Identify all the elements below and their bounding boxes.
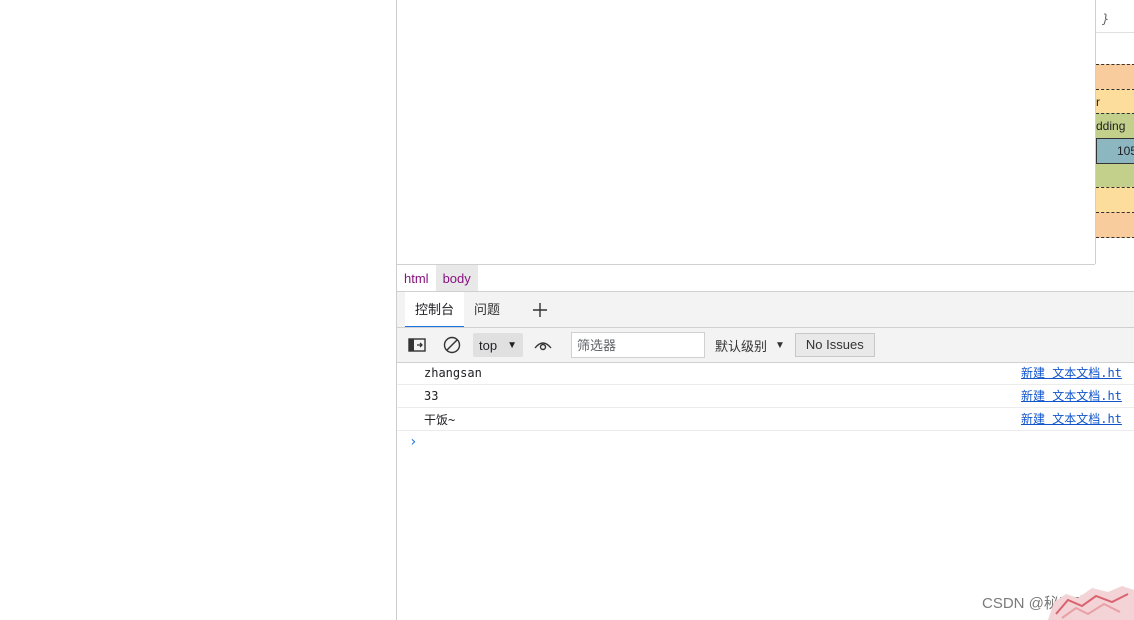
issues-button[interactable]: No Issues [794, 333, 875, 357]
message-source-link[interactable]: 新建 文本文档.ht [1021, 385, 1122, 407]
box-model-padding-bottom [1096, 164, 1134, 187]
console-toolbar: top ▼ 默认级别 ▼ No Issues [397, 327, 1134, 363]
box-model-padding-label: dding [1096, 119, 1126, 133]
console-message: 33 新建 文本文档.ht [397, 385, 1134, 408]
box-model-padding: dding [1096, 113, 1134, 138]
message-text: 干饭~ [424, 412, 456, 427]
filter-input[interactable] [570, 332, 705, 358]
closing-brace: } [1102, 12, 1110, 26]
message-source-link[interactable]: 新建 文本文档.ht [1021, 408, 1122, 430]
log-levels-dropdown[interactable]: 默认级别 ▼ [715, 336, 785, 355]
watermark-seal-image [1048, 584, 1134, 620]
live-expression-icon[interactable] [523, 339, 563, 351]
tab-spacer [397, 292, 405, 328]
box-model-border: r [1096, 89, 1134, 114]
breadcrumb-html[interactable]: html [397, 265, 436, 292]
box-model-border-label: r [1096, 95, 1100, 109]
prompt-chevron-icon: › [409, 434, 418, 450]
sidebar-toggle-icon[interactable] [397, 338, 437, 352]
clear-console-icon[interactable] [437, 336, 467, 354]
context-selector[interactable]: top ▼ [473, 333, 523, 357]
sidebar-divider [1096, 32, 1134, 33]
chevron-down-icon: ▼ [775, 339, 785, 351]
elements-tree[interactable] [397, 0, 1096, 264]
page-viewport [0, 0, 396, 620]
breadcrumb-body[interactable]: body [435, 265, 478, 292]
console-messages: zhangsan 新建 文本文档.ht 33 新建 文本文档.ht 干饭~ 新建… [397, 362, 1134, 453]
drawer-tab-bar: 控制台 问题 [397, 291, 1134, 328]
styles-sidebar: } r dding 105 [1096, 0, 1134, 290]
devtools-panel: } r dding 105 html body 控制台 问题 top ▼ [396, 0, 1134, 620]
message-text: 33 [424, 389, 439, 403]
breadcrumb: html body [397, 264, 1095, 292]
console-message: 干饭~ 新建 文本文档.ht [397, 408, 1134, 431]
tab-console[interactable]: 控制台 [405, 292, 465, 328]
context-value: top [479, 337, 498, 353]
box-model-border-bottom [1096, 187, 1134, 212]
box-model-content: 105 [1096, 138, 1134, 164]
console-prompt[interactable]: › [397, 431, 1134, 453]
message-text: zhangsan [424, 366, 482, 380]
message-source-link[interactable]: 新建 文本文档.ht [1021, 362, 1122, 384]
box-model-margin-bottom [1096, 212, 1134, 238]
log-levels-label: 默认级别 [714, 338, 767, 354]
console-message: zhangsan 新建 文本文档.ht [397, 362, 1134, 385]
chevron-down-icon: ▼ [507, 339, 517, 351]
tab-issues[interactable]: 问题 [464, 292, 510, 328]
box-model-margin-top [1096, 64, 1134, 89]
plus-icon[interactable] [522, 292, 558, 328]
box-model-content-size: 105 [1117, 144, 1134, 158]
